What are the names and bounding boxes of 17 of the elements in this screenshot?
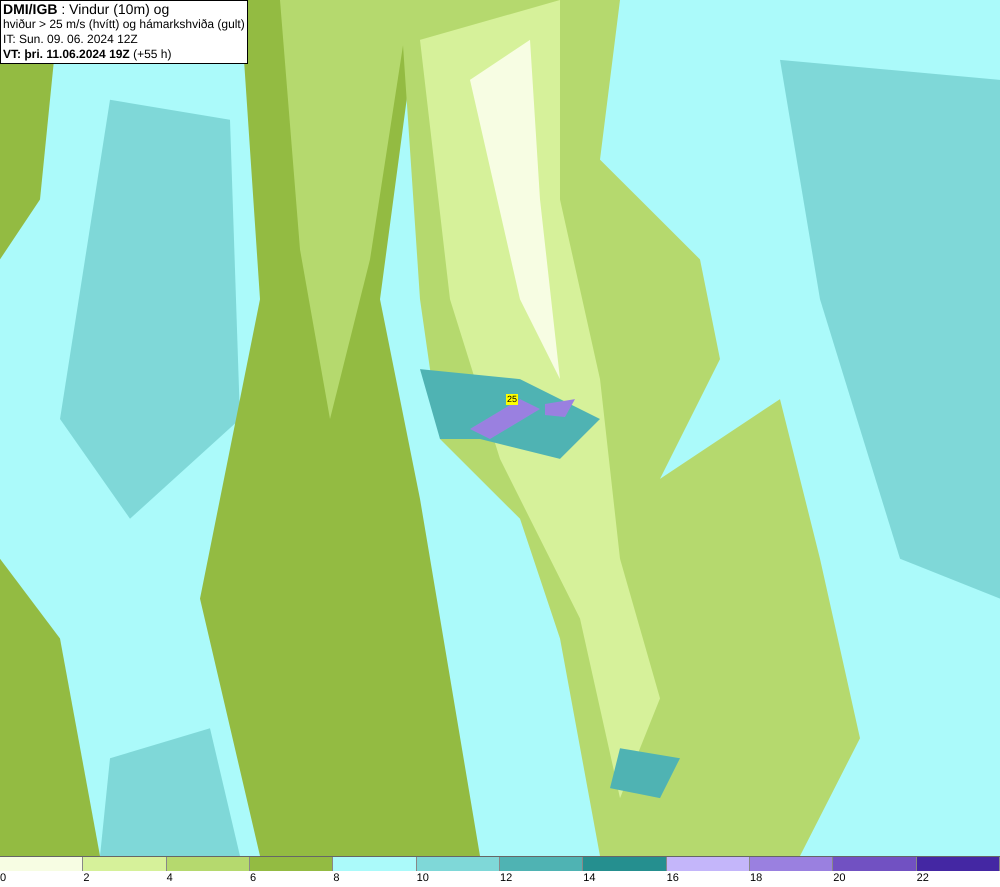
title-line: VT: þri. 11.06.2024 19Z (+55 h) <box>3 47 172 62</box>
legend-label: 10 <box>416 871 429 885</box>
legend-label: 0 <box>0 871 6 885</box>
legend-label: 2 <box>83 871 90 885</box>
legend-label: 6 <box>250 871 256 885</box>
title-line: IT: Sun. 09. 06. 2024 12Z <box>3 32 139 47</box>
legend-label: 4 <box>166 871 173 885</box>
legend-label: 22 <box>916 871 929 885</box>
legend-label: 12 <box>500 871 512 885</box>
peak-gust-label: 25 <box>506 394 518 405</box>
legend-label: 14 <box>583 871 596 885</box>
legend-label: 8 <box>333 871 340 885</box>
title-line: DMI/IGB : Vindur (10m) og <box>3 2 170 17</box>
legend-label: 16 <box>666 871 679 885</box>
title-line: hviður > 25 m/s (hvítt) og hámarkshviða (gult) <box>3 17 245 32</box>
legend-label: 18 <box>750 871 762 885</box>
legend-label: 20 <box>833 871 846 885</box>
